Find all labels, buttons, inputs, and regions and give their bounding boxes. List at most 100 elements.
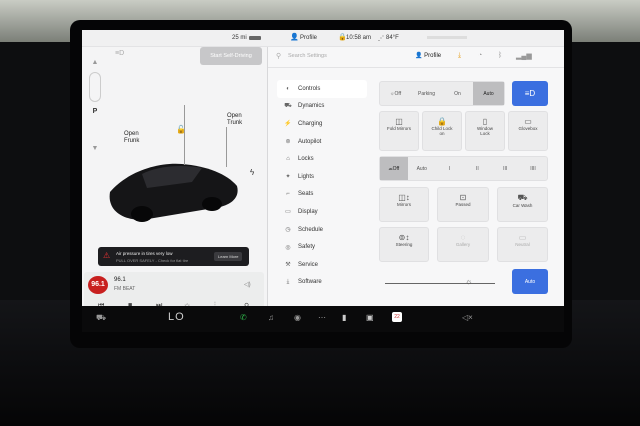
lights-on-option[interactable]: On (442, 82, 473, 105)
menu-item-controls[interactable]: ◐ Controls (277, 80, 367, 98)
learn-more-button[interactable]: Learn More (214, 252, 243, 261)
menu-item-display[interactable]: ▭ Display (277, 203, 367, 221)
charge-port-icon[interactable]: ϟ (250, 168, 254, 177)
gallery-button[interactable]: ◌ Gallery (437, 227, 489, 262)
window-lock-button[interactable]: ▯ Window Lock (465, 111, 505, 151)
wiper-speed4-option[interactable]: IIII (519, 157, 547, 180)
settings-menu: ◐ Controls ⛟ Dynamics ⚡ Charging ⊚ Autopilot… (277, 80, 367, 291)
menu-item-seats[interactable]: ⌐ Seats (277, 186, 367, 204)
menu-item-lights[interactable]: ✦ Lights (277, 168, 367, 186)
wiper-speed3-option[interactable]: III (491, 157, 519, 180)
open-trunk-button[interactable]: Open Trunk (227, 113, 242, 127)
menu-item-dynamics[interactable]: ⛟ Dynamics (277, 98, 367, 116)
tile-label: Gallery (455, 242, 471, 247)
lights-auto-option[interactable]: Auto (473, 82, 504, 105)
wiper-speed2-option[interactable]: II (463, 157, 491, 180)
camera-icon[interactable]: ◉ (294, 313, 301, 322)
menu-item-schedule[interactable]: ◷ Schedule (277, 221, 367, 239)
tile-label: Neutral (515, 242, 530, 247)
open-frunk-button[interactable]: Open Frunk (124, 131, 139, 145)
menu-item-service[interactable]: ⚒ Service (277, 256, 367, 274)
fold-mirrors-button[interactable]: ◫ Fold Mirrors (379, 111, 419, 151)
search-icon: ⚲ (276, 53, 282, 60)
touchscreen: 25 mi 👤 Profile 🔒 10:58 am ⋰ 84°F ≡D ▲ P… (82, 30, 564, 306)
menu-label: Seats (298, 191, 314, 198)
station-name: 96.1 (114, 277, 126, 283)
headlight-icon: ≡D (115, 50, 125, 57)
profile-link[interactable]: Profile (300, 35, 317, 41)
alert-subtitle: PULL OVER SAFELY - Check for flat tire (116, 258, 189, 263)
car-wash-button[interactable]: ⛟ Car Wash (497, 187, 548, 222)
brightness-auto-button[interactable]: Auto (512, 269, 548, 294)
download-icon[interactable]: ⤓ (458, 52, 461, 60)
lights-parking-option[interactable]: Parking (411, 82, 442, 105)
bolt-icon: ⚡ (284, 121, 292, 128)
status-bar: 25 mi 👤 Profile 🔒 10:58 am ⋰ 84°F (82, 30, 564, 47)
menu-item-autopilot[interactable]: ⊚ Autopilot (277, 133, 367, 151)
glovebox-button[interactable]: ▭ Glovebox (508, 111, 548, 151)
seat-icon: ⌐ (286, 191, 290, 198)
menu-item-locks[interactable]: ⌂ Locks (277, 150, 367, 168)
wrench-icon: ⚒ (285, 262, 291, 269)
warning-icon: ⚠ (103, 251, 111, 260)
camera-icon: ⊡ (459, 193, 467, 202)
vehicle-panel: ≡D ▲ P ▼ Start Self-Driving Open Frunk O… (82, 47, 267, 306)
wifi-icon: ⋰ (378, 36, 384, 42)
mirror-adjust-icon: ◫↕ (398, 193, 410, 202)
gear-car-icon (89, 72, 101, 102)
tire-pressure-alert[interactable]: ⚠ Air pressure in tires very low PULL OV… (98, 247, 249, 266)
search-settings-input[interactable]: Search Settings (288, 53, 327, 59)
temperature-text: 84°F (386, 35, 399, 41)
range-text: 25 mi (232, 35, 247, 41)
neutral-button[interactable]: ▭ Neutral (497, 227, 548, 262)
phone-icon[interactable]: ✆ (240, 313, 247, 322)
glovebox-icon: ▭ (524, 117, 532, 126)
schedule-icon: ◷ (285, 227, 291, 234)
headlights-segmented[interactable]: ☼ Off Parking On Auto (379, 81, 505, 106)
start-self-driving-button[interactable]: Start Self-Driving (200, 47, 262, 65)
option-label: Off (392, 165, 400, 172)
more-icon[interactable]: ⋯ (318, 313, 326, 322)
toggle-icon: ◐ (286, 85, 290, 92)
wiper-auto-option[interactable]: Auto (408, 157, 436, 180)
child-lock-button[interactable]: 🔒 Child Lock on (422, 111, 462, 151)
music-icon[interactable]: ♫ (268, 313, 274, 322)
gear-down-icon[interactable]: ▼ (85, 145, 105, 152)
user-icon: 👤 (290, 34, 299, 41)
menu-item-software[interactable]: ⤓ Software (277, 274, 367, 292)
download-icon: ⤓ (286, 278, 290, 285)
car-icon[interactable]: ⛟ (96, 313, 106, 323)
tile-label: Child Lock on (431, 126, 453, 136)
trunk-line (226, 127, 227, 167)
passed-button[interactable]: ⊡ Passed (437, 187, 489, 222)
headlight-button[interactable]: ≡D (512, 81, 548, 106)
bell-icon[interactable]: ◔ (478, 52, 482, 59)
wiper-speed1-option[interactable]: I (436, 157, 464, 180)
gear-up-icon[interactable]: ▲ (85, 59, 105, 66)
time-text: 10:58 am (346, 35, 372, 41)
steering-adjust-button[interactable]: ⊚↕ Steering (379, 227, 429, 262)
wiper-off-option[interactable]: ⌓ Off (380, 157, 408, 180)
notes-icon[interactable]: ▣ (366, 313, 374, 322)
neutral-icon: ▭ (518, 233, 527, 242)
mute-icon[interactable]: ◁× (462, 313, 473, 322)
sound-icon[interactable]: ◁) (244, 281, 251, 288)
wiper-segmented[interactable]: ⌓ Off Auto I II III IIII (379, 156, 548, 181)
menu-item-charging[interactable]: ⚡ Charging (277, 115, 367, 133)
bluetooth-icon[interactable]: ᛒ (498, 52, 502, 59)
tile-label: Car Wash (512, 203, 533, 208)
menu-label: Display (298, 208, 318, 215)
lock-icon: ⌂ (286, 156, 290, 163)
brightness-slider[interactable] (385, 283, 495, 284)
car-icon: ⛟ (284, 103, 292, 110)
mirrors-adjust-button[interactable]: ◫↕ Mirrors (379, 187, 429, 222)
climate-temp[interactable]: LO (168, 311, 185, 323)
calendar-icon[interactable]: 22 (392, 312, 402, 322)
profile-button[interactable]: 👤 Profile (415, 52, 441, 59)
tile-label: Fold Mirrors (386, 126, 411, 131)
app-icon[interactable]: ▮ (342, 313, 346, 322)
menu-label: Charging (298, 120, 323, 127)
lights-off-option[interactable]: ☼ Off (380, 82, 411, 105)
menu-item-safety[interactable]: ◎ Safety (277, 238, 367, 256)
tile-label: Glovebox (518, 126, 538, 131)
